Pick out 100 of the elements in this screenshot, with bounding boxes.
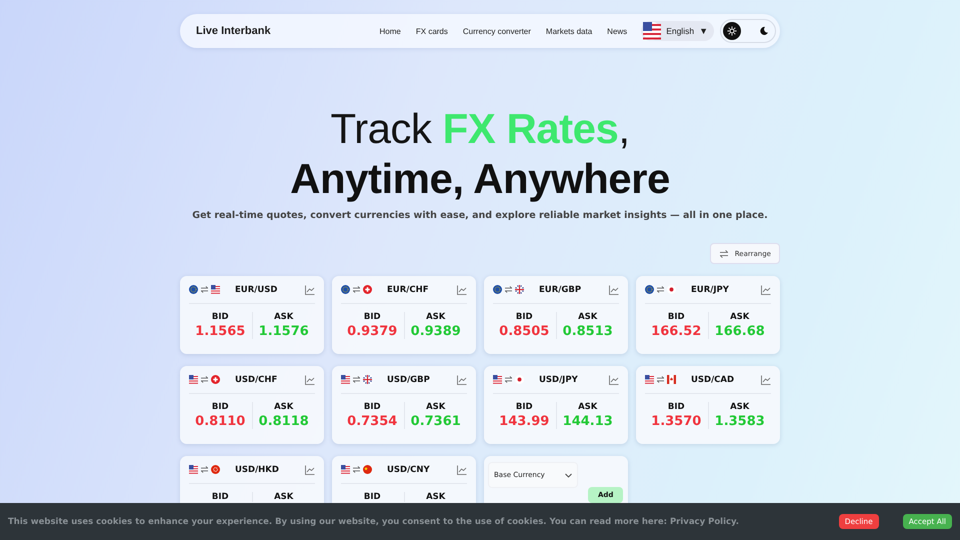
flag-icon (645, 375, 654, 384)
bid-price: 0.7354 (347, 414, 398, 429)
bid-label: BID (516, 402, 533, 412)
nav-link[interactable]: Markets data (546, 26, 592, 36)
ask-label: ASK (274, 492, 294, 502)
hero-subtitle-line: Anytime, Anywhere (289, 154, 671, 204)
chart-icon[interactable] (305, 374, 315, 384)
bid-price: 166.52 (651, 324, 702, 339)
ask-price: 0.8513 (562, 324, 613, 339)
flag-icon (363, 465, 372, 474)
chart-icon[interactable] (609, 284, 619, 294)
bid-price: 0.8110 (195, 414, 246, 429)
cookie-message: This website uses cookies to enhance your experience. By using our website, you consent to the use of cookies. You can read more here: Privacy Policy. (8, 516, 740, 526)
chart-icon[interactable] (305, 464, 315, 474)
currency-pair: EUR/CHF (387, 284, 429, 294)
ask-price: 166.68 (714, 324, 765, 339)
flag-icon (341, 285, 350, 294)
flag-icon (189, 375, 198, 384)
theme-option[interactable] (723, 22, 741, 40)
currency-pair: USD/GBP (387, 374, 430, 384)
language-selector[interactable]: English ▼ (641, 21, 714, 41)
flag-icon (211, 375, 220, 384)
bid-label: BID (364, 402, 381, 412)
flag-icon (363, 285, 372, 294)
swap-icon (352, 376, 361, 383)
ask-label: ASK (730, 312, 750, 322)
ask-price: 1.3583 (714, 414, 765, 429)
ask-label: ASK (274, 402, 294, 412)
bid-label: BID (364, 312, 381, 322)
moon-icon (759, 26, 769, 36)
ask-label: ASK (578, 402, 598, 412)
chart-icon[interactable] (457, 464, 467, 474)
chart-icon[interactable] (457, 284, 467, 294)
ask-price: 144.13 (562, 414, 613, 429)
flag-icon (493, 285, 502, 294)
swap-icon (200, 286, 209, 293)
nav-link[interactable]: Currency converter (462, 26, 531, 36)
ask-price: 0.8118 (258, 414, 309, 429)
currency-pair: EUR/USD (235, 284, 278, 294)
bid-price: 0.9379 (347, 324, 398, 339)
bid-label: BID (668, 402, 685, 412)
flag-icon (341, 465, 350, 474)
ask-price: 0.7361 (410, 414, 461, 429)
currency-pair: USD/CHF (235, 374, 278, 384)
brand-name: Live Interbank (196, 25, 271, 37)
ask-label: ASK (274, 312, 294, 322)
flag-icon (667, 285, 676, 294)
currency-pair: USD/CAD (691, 374, 734, 384)
chart-icon[interactable] (305, 284, 315, 294)
swap-icon (352, 286, 361, 293)
bid-label: BID (668, 312, 685, 322)
currency-pair: USD/JPY (539, 374, 578, 384)
ask-label: ASK (426, 312, 446, 322)
bid-label: BID (212, 402, 229, 412)
flag-icon (189, 465, 198, 474)
bid-price: 1.1565 (195, 324, 246, 339)
flag-icon (645, 285, 654, 294)
chart-icon[interactable] (761, 374, 771, 384)
flag-icon (211, 285, 220, 294)
nav-link[interactable]: Home (380, 26, 401, 36)
chart-icon[interactable] (609, 374, 619, 384)
flag-icon (363, 375, 372, 384)
flag-icon (515, 375, 524, 384)
swap-icon (504, 376, 513, 383)
hero-title: Track FX Rates, (329, 104, 631, 154)
flag-icon (667, 375, 676, 384)
nav-link[interactable]: News (607, 26, 628, 36)
bid-price: 143.99 (499, 414, 550, 429)
bid-price: 1.3570 (651, 414, 702, 429)
ask-label: ASK (426, 492, 446, 502)
bid-label: BID (212, 492, 229, 502)
sun-icon (727, 26, 737, 36)
currency-pair: EUR/JPY (691, 284, 729, 294)
flag-icon (493, 375, 502, 384)
flag-icon (341, 375, 350, 384)
hero-description: Get real-time quotes, convert currencies with ease, and explore reliable market insights — all in one place. (191, 210, 769, 221)
ask-price: 1.1576 (258, 324, 309, 339)
ask-label: ASK (578, 312, 598, 322)
swap-icon (352, 466, 361, 473)
bid-label: BID (364, 492, 381, 502)
swap-icon (200, 376, 209, 383)
nav-link[interactable]: FX cards (416, 26, 448, 36)
swap-icon (200, 466, 209, 473)
swap-icon (656, 376, 665, 383)
swap-icon (656, 286, 665, 293)
chart-icon[interactable] (457, 374, 467, 384)
swap-icon (504, 286, 513, 293)
currency-pair: EUR/GBP (539, 284, 582, 294)
swap-icon (718, 250, 729, 258)
bid-price: 0.8505 (499, 324, 550, 339)
ask-price: 0.9389 (410, 324, 461, 339)
flag-icon (515, 285, 524, 294)
flag-icon (643, 22, 662, 40)
flag-icon (189, 285, 198, 294)
ask-label: ASK (426, 402, 446, 412)
chevron-icon (565, 472, 572, 478)
ask-label: ASK (730, 402, 750, 412)
chart-icon[interactable] (761, 284, 771, 294)
bid-label: BID (212, 312, 229, 322)
flag-icon (211, 465, 220, 474)
